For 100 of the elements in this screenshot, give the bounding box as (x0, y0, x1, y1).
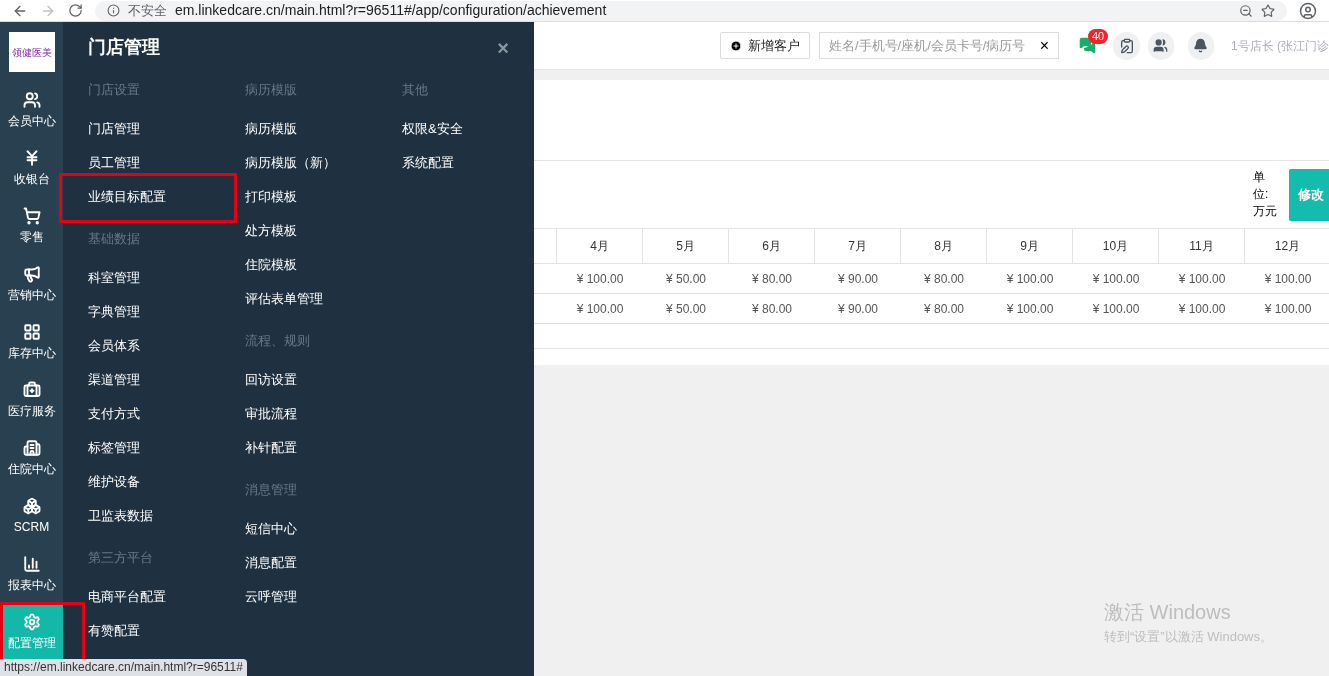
table-cell-text: ¥ 80.00 (923, 300, 964, 318)
settings-icon (22, 612, 41, 631)
table-cell-text: ¥ 100.00 (1006, 300, 1054, 318)
menu-item[interactable]: 渠道管理 (88, 370, 140, 390)
sidebar-item[interactable]: 医疗服务 (0, 371, 63, 429)
menu-item[interactable]: 有赞配置 (88, 621, 140, 641)
building-icon (22, 438, 41, 457)
menu-item[interactable]: 电商平台配置 (88, 587, 166, 607)
column-header: 9月 (1020, 238, 1039, 255)
sidebar-item[interactable]: 收银台 (0, 139, 63, 197)
megaphone-icon (22, 264, 41, 283)
menu-heading: 消息管理 (245, 481, 297, 500)
table-cell-text: ¥ 100.00 (1178, 270, 1226, 288)
menu-heading: 基础数据 (88, 230, 140, 249)
menu-item[interactable]: 员工管理 (88, 153, 140, 173)
star-icon[interactable] (1261, 3, 1275, 18)
menu-item[interactable]: 住院模板 (245, 255, 297, 275)
clear-button[interactable]: × (1039, 33, 1049, 58)
add-customer-button[interactable]: 新增客户 (720, 32, 810, 59)
menu-heading: 流程、规则 (245, 332, 310, 351)
table-cell-text: ¥ 80.00 (751, 300, 792, 318)
menu-heading: 其他 (402, 81, 428, 100)
notifications-button[interactable] (1187, 31, 1214, 60)
sidebar-item[interactable]: 会员中心 (0, 81, 63, 139)
menu-item[interactable]: 业绩目标配置 (88, 187, 166, 207)
table-cell-text: ¥ 100.00 (576, 300, 624, 318)
menu-item[interactable]: 补针配置 (245, 438, 297, 458)
menu-item[interactable]: 支付方式 (88, 404, 140, 424)
info-icon (107, 4, 120, 17)
menu-item[interactable]: 处方模板 (245, 221, 297, 241)
menu-item[interactable]: 系统配置 (402, 153, 454, 173)
bell-icon (1193, 38, 1209, 53)
table-cell-text: ¥ 100.00 (1264, 300, 1312, 318)
sidebar-item[interactable]: 零售 (0, 197, 63, 255)
table-cell-text: ¥ 100.00 (1092, 270, 1140, 288)
menu-item[interactable]: 门店管理 (88, 119, 140, 139)
column-header: 10月 (1102, 238, 1129, 255)
medical-kit-icon (22, 380, 41, 399)
staff-button[interactable] (1147, 31, 1174, 60)
menu-item[interactable]: 云呼管理 (245, 587, 297, 607)
menu-item[interactable]: 字典管理 (88, 302, 140, 322)
column-header: 11月 (1189, 238, 1214, 255)
sidebar-item[interactable]: 库存中心 (0, 313, 63, 371)
column-header: 12月 (1274, 238, 1301, 255)
menu-item[interactable]: 会员体系 (88, 336, 140, 356)
menu-item[interactable]: 消息配置 (245, 553, 297, 573)
menu-item[interactable]: 打印模板 (245, 187, 297, 207)
menu-item[interactable]: 回访设置 (245, 370, 297, 390)
table-cell-text: ¥ 50.00 (665, 270, 706, 288)
table-cell-text: ¥ 50.00 (665, 300, 706, 318)
address-bar[interactable]: 不安全 em.linkedcare.cn/main.html?r=96511#/app/configuration/achievement (95, 0, 1287, 21)
cart-icon (22, 206, 41, 225)
table-cell-text: ¥ 100.00 (1178, 300, 1226, 318)
table-cell-text: ¥ 80.00 (923, 270, 964, 288)
menu-heading: 门店设置 (88, 81, 140, 100)
table-cell-text: ¥ 100.00 (1006, 270, 1054, 288)
column-header: 8月 (934, 238, 953, 255)
menu-item[interactable]: 卫监表数据 (88, 506, 153, 526)
users-icon (1153, 38, 1169, 53)
table-cell-text: ¥ 90.00 (837, 300, 878, 318)
reload-icon[interactable] (68, 3, 83, 18)
security-label: 不安全 (128, 1, 167, 20)
close-button[interactable]: × (497, 32, 509, 63)
menu-item[interactable]: 科室管理 (88, 268, 140, 288)
search-field[interactable]: 姓名/手机号/座机/会员卡号/病历号 × (819, 32, 1059, 59)
column-header: 6月 (762, 238, 781, 255)
table-cell-text: ¥ 80.00 (751, 270, 792, 288)
zoom-out-icon[interactable] (1239, 3, 1253, 18)
notes-button[interactable] (1113, 31, 1140, 60)
menu-item[interactable]: 病历模版 (245, 119, 297, 139)
clipboard-icon (1118, 37, 1135, 54)
message-count-badge: 40 (1088, 28, 1109, 44)
menu-item[interactable]: 权限&安全 (402, 119, 463, 139)
sidebar-item[interactable]: 住院中心 (0, 429, 63, 487)
menu-item[interactable]: 标签管理 (88, 438, 140, 458)
grid-icon (22, 322, 41, 341)
menu-item[interactable]: 维护设备 (88, 472, 140, 492)
boxes-icon (22, 496, 41, 515)
menu-item[interactable]: 评估表单管理 (245, 289, 323, 309)
bar-chart-icon (22, 554, 41, 573)
table-cell-text: ¥ 100.00 (1264, 270, 1312, 288)
sidebar-item[interactable]: 营销中心 (0, 255, 63, 313)
sidebar-item[interactable]: 报表中心 (0, 545, 63, 603)
unit-label: 单位:万元 (1253, 169, 1278, 220)
column-header: 4月 (590, 238, 609, 255)
url-text: em.linkedcare.cn/main.html?r=96511#/app/configuration/achievement (175, 1, 607, 20)
menu-item[interactable]: 病历模版（新） (245, 153, 336, 173)
menu-item[interactable]: 短信中心 (245, 519, 297, 539)
table-cell-text: ¥ 100.00 (576, 270, 624, 288)
menu-title: 门店管理 (88, 36, 160, 59)
table-cell-text: ¥ 90.00 (837, 270, 878, 288)
users-icon (22, 90, 41, 109)
menu-heading: 病历模版 (245, 81, 297, 100)
table-cell-text: ¥ 100.00 (1092, 300, 1140, 318)
profile-icon[interactable] (1299, 1, 1317, 20)
column-header: 5月 (676, 238, 695, 255)
sidebar-item[interactable]: SCRM (0, 487, 63, 545)
menu-item[interactable]: 审批流程 (245, 404, 297, 424)
logo: 领健医美 (8, 32, 55, 72)
column-header: 7月 (848, 238, 867, 255)
